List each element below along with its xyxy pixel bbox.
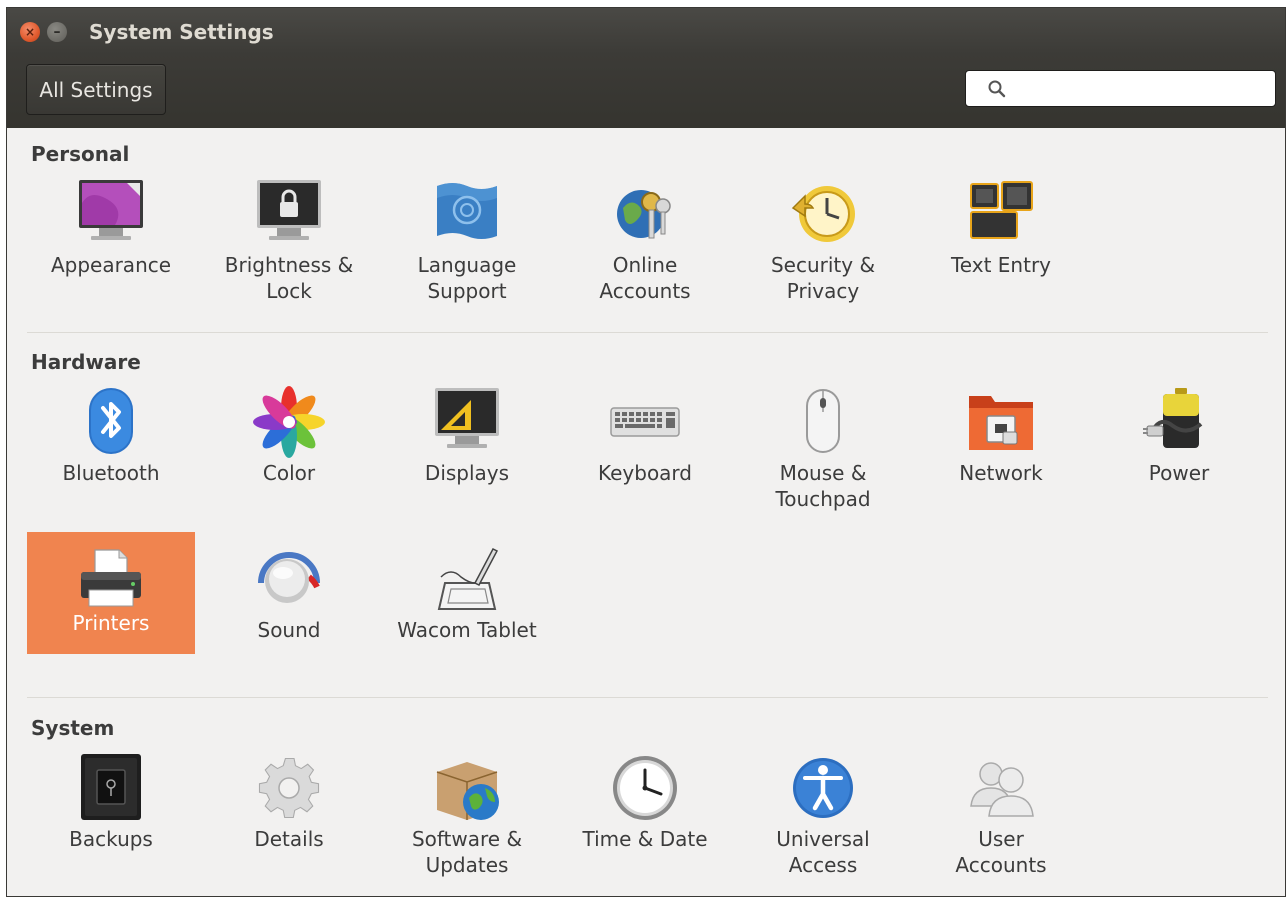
settings-item-label: Language Support xyxy=(417,253,517,303)
settings-item-label: Security & Privacy xyxy=(770,253,876,303)
universal-access-icon xyxy=(787,752,859,824)
settings-item-mouse-touchpad[interactable]: Mouse & Touchpad xyxy=(739,386,907,511)
user-accounts-icon xyxy=(965,752,1037,824)
search-icon xyxy=(986,78,1008,100)
settings-item-label: Text Entry xyxy=(950,253,1052,277)
settings-item-details[interactable]: Details xyxy=(205,752,373,874)
settings-item-wacom-tablet[interactable]: Wacom Tablet xyxy=(383,543,551,665)
settings-item-label: Brightness & Lock xyxy=(224,253,354,303)
security-privacy-icon xyxy=(787,178,859,250)
mouse-touchpad-icon xyxy=(787,386,859,458)
power-icon xyxy=(1143,386,1215,458)
settings-item-user-accounts[interactable]: User Accounts xyxy=(917,752,1085,877)
settings-item-label: Time & Date xyxy=(582,827,708,851)
search-box[interactable] xyxy=(965,70,1276,107)
window-title: System Settings xyxy=(89,20,274,44)
printers-icon xyxy=(75,544,147,616)
settings-item-software-updates[interactable]: Software & Updates xyxy=(383,752,551,877)
settings-item-label: Backups xyxy=(69,827,153,851)
section-divider xyxy=(27,697,1268,698)
title-bar: × – System Settings xyxy=(7,8,1285,54)
settings-item-label: Sound xyxy=(257,618,321,642)
settings-item-color[interactable]: Color xyxy=(205,386,373,508)
settings-item-security-privacy[interactable]: Security & Privacy xyxy=(739,178,907,303)
section-title-personal: Personal xyxy=(31,142,130,166)
settings-item-label: Keyboard xyxy=(597,461,692,485)
color-icon xyxy=(253,386,325,458)
settings-item-bluetooth[interactable]: Bluetooth xyxy=(27,386,195,508)
minimize-window-button[interactable]: – xyxy=(47,22,67,42)
settings-item-printers[interactable]: Printers xyxy=(27,532,195,654)
settings-item-text-entry[interactable]: Text Entry xyxy=(917,178,1085,300)
appearance-icon xyxy=(75,178,147,250)
bluetooth-icon xyxy=(75,386,147,458)
settings-item-brightness-lock[interactable]: Brightness & Lock xyxy=(205,178,373,303)
settings-item-label: User Accounts xyxy=(955,827,1047,877)
section-divider xyxy=(27,332,1268,333)
settings-item-label: Universal Access xyxy=(776,827,870,877)
search-input[interactable] xyxy=(1016,71,1275,106)
details-icon xyxy=(253,752,325,824)
settings-item-online-accounts[interactable]: Online Accounts xyxy=(561,178,729,303)
section-title-hardware: Hardware xyxy=(31,350,141,374)
settings-item-label: Displays xyxy=(424,461,510,485)
settings-item-universal-access[interactable]: Universal Access xyxy=(739,752,907,877)
settings-item-displays[interactable]: Displays xyxy=(383,386,551,508)
settings-item-time-date[interactable]: Time & Date xyxy=(561,752,729,874)
sound-icon xyxy=(253,543,325,615)
all-settings-button[interactable]: All Settings xyxy=(26,64,166,115)
toolbar: All Settings xyxy=(7,54,1285,128)
settings-item-label: Mouse & Touchpad xyxy=(775,461,871,511)
software-updates-icon xyxy=(431,752,503,824)
settings-item-power[interactable]: Power xyxy=(1095,386,1263,508)
keyboard-icon xyxy=(609,386,681,458)
settings-item-label: Appearance xyxy=(50,253,172,277)
time-date-icon xyxy=(609,752,681,824)
settings-item-label: Online Accounts xyxy=(599,253,691,303)
displays-icon xyxy=(431,386,503,458)
settings-item-label: Power xyxy=(1148,461,1210,485)
settings-item-sound[interactable]: Sound xyxy=(205,543,373,665)
brightness-lock-icon xyxy=(253,178,325,250)
text-entry-icon xyxy=(965,178,1037,250)
language-support-icon xyxy=(431,178,503,250)
settings-item-label: Details xyxy=(254,827,324,851)
settings-item-language-support[interactable]: Language Support xyxy=(383,178,551,303)
settings-item-network[interactable]: Network xyxy=(917,386,1085,508)
system-settings-window: × – System Settings All Settings Persona… xyxy=(6,7,1286,897)
close-window-button[interactable]: × xyxy=(20,22,40,42)
settings-content: Personal Appearance Brightness & Lock Lan… xyxy=(7,128,1285,897)
backups-icon xyxy=(75,752,147,824)
settings-item-label: Printers xyxy=(72,611,150,635)
network-icon xyxy=(965,386,1037,458)
settings-item-appearance[interactable]: Appearance xyxy=(27,178,195,300)
settings-item-keyboard[interactable]: Keyboard xyxy=(561,386,729,508)
settings-item-backups[interactable]: Backups xyxy=(27,752,195,874)
section-title-system: System xyxy=(31,716,115,740)
settings-item-label: Wacom Tablet xyxy=(397,618,537,642)
settings-item-label: Software & Updates xyxy=(411,827,523,877)
settings-item-label: Network xyxy=(959,461,1043,485)
wacom-tablet-icon xyxy=(431,543,503,615)
online-accounts-icon xyxy=(609,178,681,250)
settings-item-label: Bluetooth xyxy=(62,461,160,485)
settings-item-label: Color xyxy=(262,461,316,485)
